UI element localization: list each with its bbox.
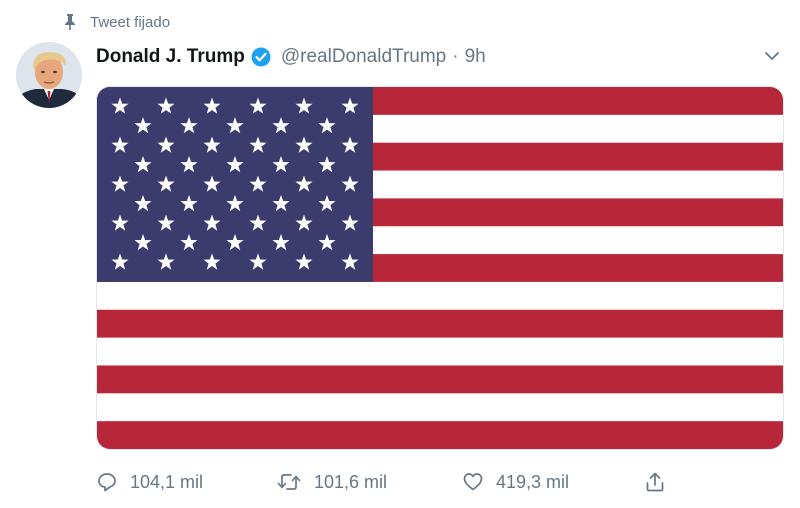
reply-count: 104,1 mil bbox=[130, 471, 204, 492]
author-handle[interactable]: @realDonaldTrump bbox=[281, 46, 446, 68]
share-icon bbox=[644, 471, 666, 493]
tweet-header: Donald J. Trump @realDonaldTrump · 9h bbox=[96, 44, 486, 70]
flag-stripe bbox=[97, 365, 783, 394]
reply-button[interactable]: 104,1 mil bbox=[96, 468, 203, 496]
pin-icon bbox=[64, 14, 76, 30]
flag-stripe bbox=[97, 421, 783, 449]
flag-image bbox=[97, 87, 783, 449]
retweet-count: 101,6 mil bbox=[314, 471, 388, 492]
flag-canton bbox=[97, 87, 373, 282]
retweet-icon bbox=[276, 471, 302, 493]
like-count: 419,3 mil bbox=[496, 471, 570, 492]
tweet-media-image[interactable] bbox=[96, 86, 784, 450]
flag-stripe bbox=[97, 281, 783, 311]
heart-icon bbox=[462, 471, 484, 493]
share-button[interactable] bbox=[644, 468, 666, 496]
verified-badge-icon bbox=[251, 47, 271, 67]
chevron-down-icon[interactable] bbox=[762, 46, 782, 66]
tweet-timestamp[interactable]: 9h bbox=[465, 46, 486, 68]
pinned-label: Tweet fijado bbox=[90, 13, 171, 31]
avatar[interactable] bbox=[16, 42, 82, 108]
reply-icon bbox=[96, 471, 118, 493]
like-button[interactable]: 419,3 mil bbox=[462, 468, 569, 496]
separator-dot: · bbox=[452, 46, 459, 67]
flag-stripe bbox=[97, 309, 783, 339]
author-name[interactable]: Donald J. Trump bbox=[96, 46, 245, 68]
pinned-tweet-indicator: Tweet fijado bbox=[64, 10, 170, 34]
retweet-button[interactable]: 101,6 mil bbox=[276, 468, 387, 496]
flag-stripe bbox=[97, 393, 783, 422]
tweet-actions: 104,1 mil 101,6 mil 419,3 mil bbox=[96, 468, 676, 496]
flag-stripe bbox=[97, 337, 783, 366]
